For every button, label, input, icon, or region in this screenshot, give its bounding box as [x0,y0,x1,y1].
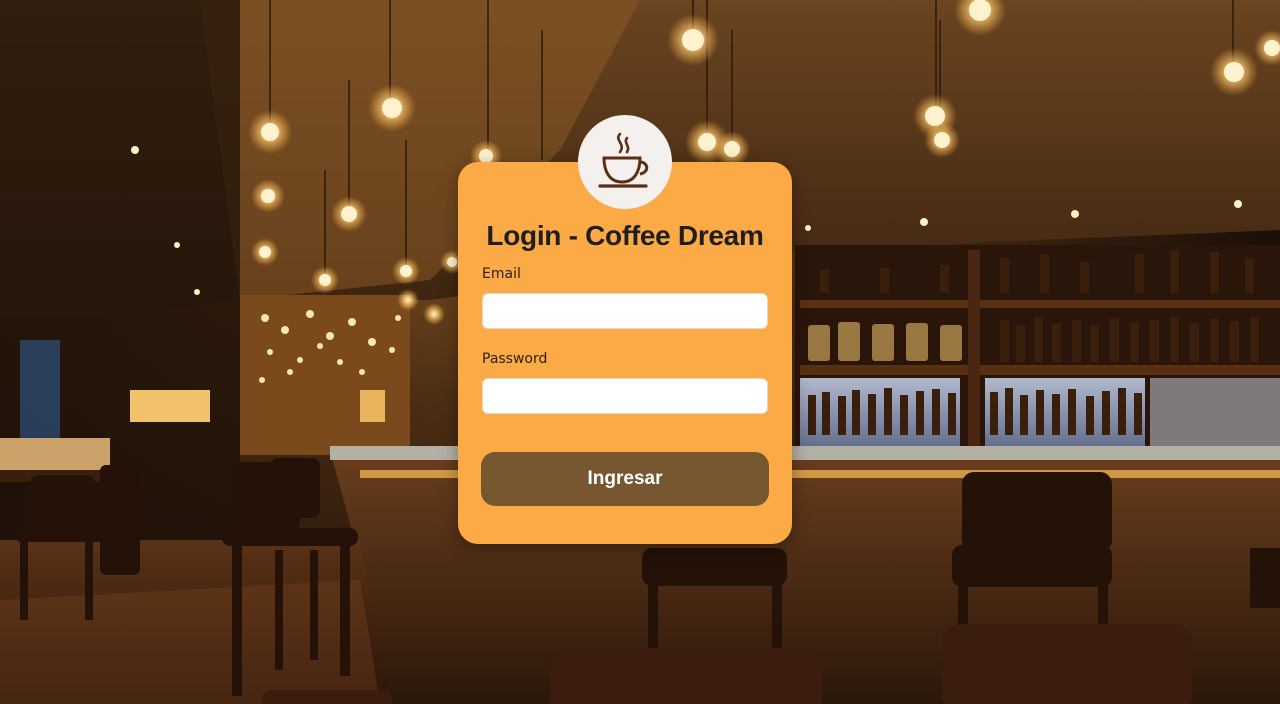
coffee-cup-icon [598,132,649,188]
login-card: Login - Coffee Dream Email Password Ingr… [458,162,792,544]
email-label: Email [482,266,521,282]
logo-badge [578,115,672,209]
page-title: Login - Coffee Dream [486,220,764,251]
password-field[interactable] [482,378,768,414]
email-field[interactable] [482,293,768,329]
password-label: Password [482,351,548,367]
login-button[interactable]: Ingresar [481,452,769,506]
